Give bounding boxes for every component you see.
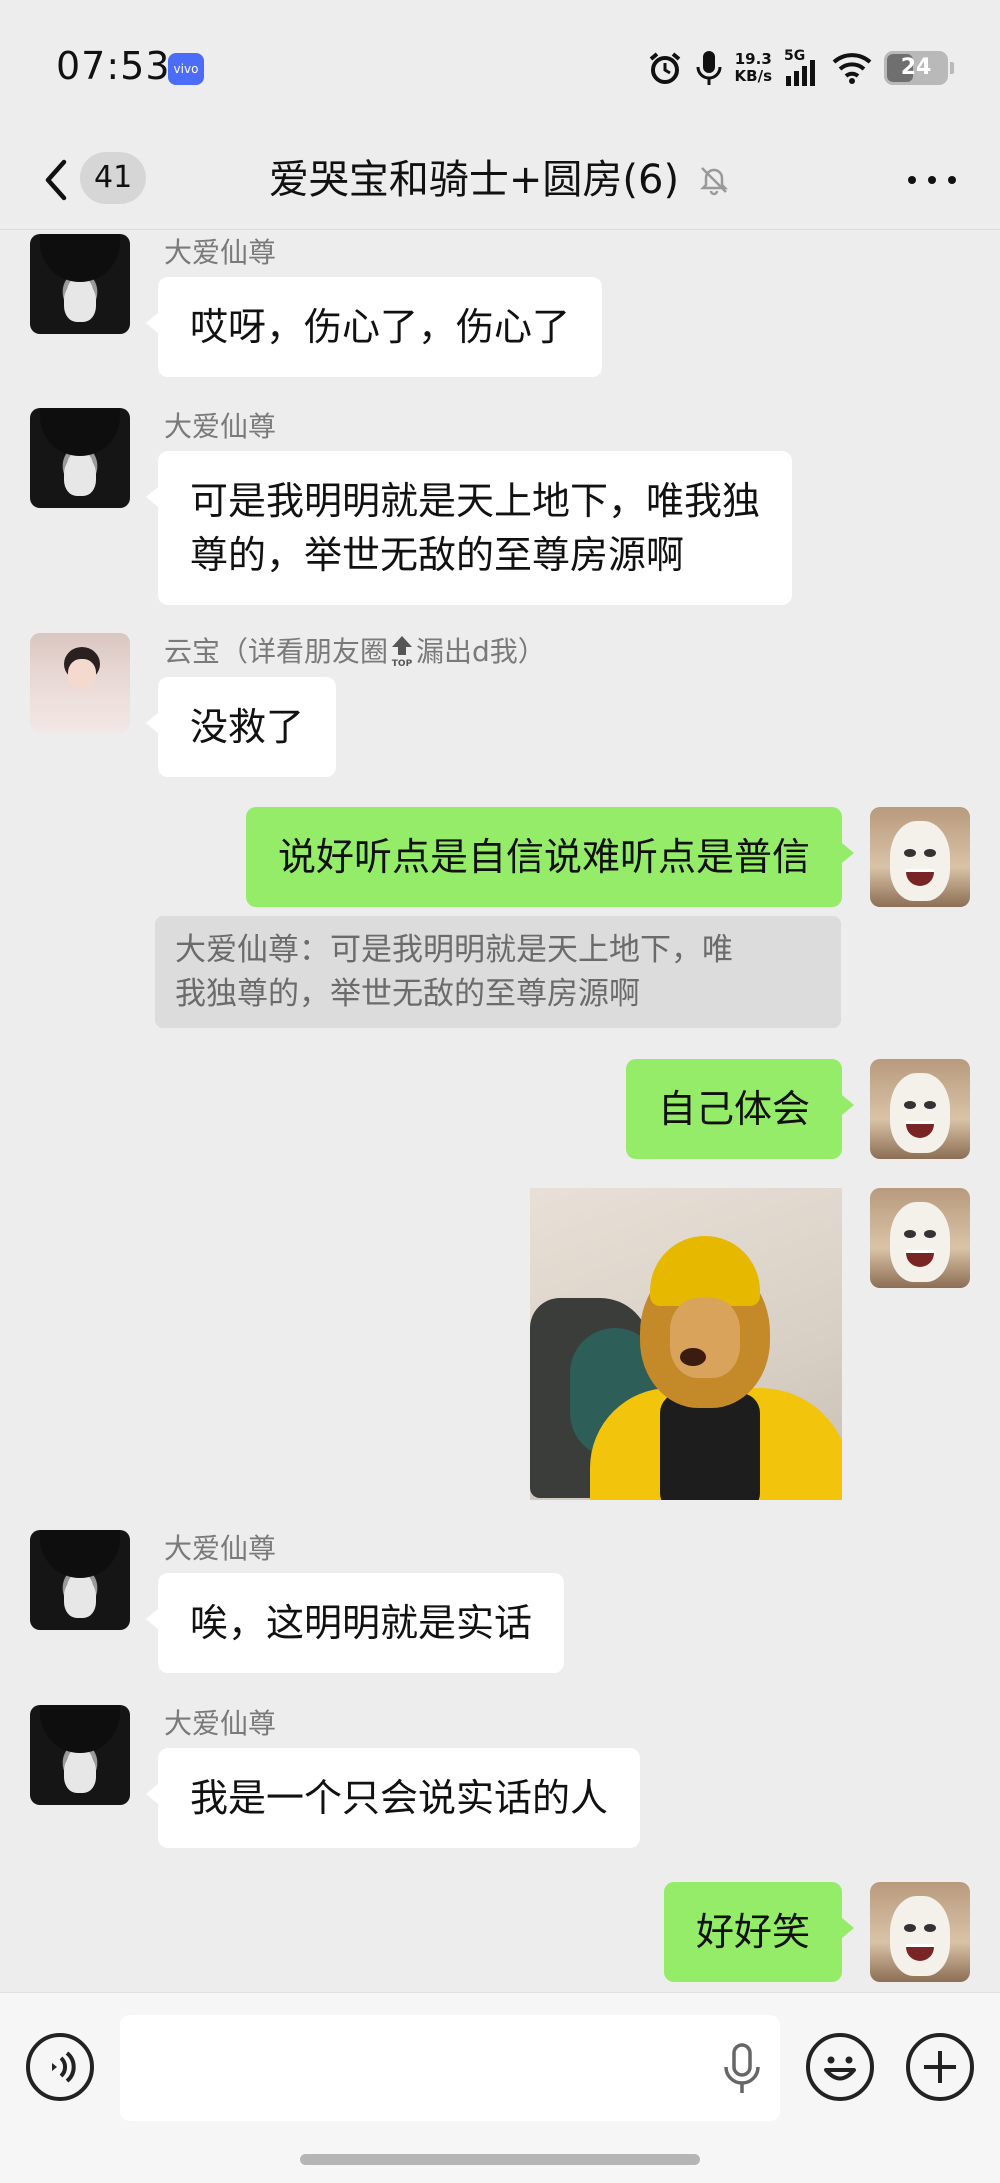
dark-hair-avatar[interactable] bbox=[30, 1530, 130, 1630]
wifi-icon bbox=[832, 53, 872, 84]
mute-bell-icon bbox=[700, 167, 729, 196]
svg-text:TOP: TOP bbox=[392, 659, 413, 669]
incoming-message-bubble[interactable]: 没救了 bbox=[145, 677, 337, 777]
message-sender: 云宝（详看朋友圈 TOP 漏出d我） bbox=[164, 635, 546, 669]
cat-avatar[interactable] bbox=[870, 807, 970, 907]
battery-icon: 24 bbox=[884, 51, 954, 85]
message-list[interactable]: 大爱仙尊 哎呀，伤心了，伤心了 大爱仙尊 可是我明明就是天上地下，唯我独 尊的，… bbox=[0, 231, 1000, 1991]
cat-avatar[interactable] bbox=[870, 1059, 970, 1159]
incoming-message-bubble[interactable]: 我是一个只会说实话的人 bbox=[145, 1748, 641, 1848]
microphone-status-icon bbox=[696, 51, 722, 85]
signal-5g-icon: 5G bbox=[784, 48, 820, 88]
chat-header: 41 爱哭宝和骑士+圆房(6) bbox=[0, 130, 1000, 230]
message-sender: 大爱仙尊 bbox=[164, 1707, 277, 1740]
dark-hair-avatar[interactable] bbox=[30, 408, 130, 508]
more-options-icon[interactable] bbox=[908, 160, 956, 200]
message-sender: 大爱仙尊 bbox=[164, 236, 277, 269]
message-sender: 大爱仙尊 bbox=[164, 1532, 277, 1565]
quoted-reply[interactable]: 大爱仙尊：可是我明明就是天上地下，唯 我独尊的，举世无敌的至尊房源啊 bbox=[155, 916, 841, 1028]
outgoing-message-bubble[interactable]: 自己体会 bbox=[625, 1059, 855, 1159]
plus-icon[interactable] bbox=[906, 2033, 974, 2101]
alarm-icon bbox=[649, 52, 680, 84]
message-input[interactable] bbox=[120, 2015, 780, 2121]
network-speed: 19.3 KB/s bbox=[734, 50, 772, 85]
outgoing-message-bubble[interactable]: 好好笑 bbox=[663, 1882, 855, 1982]
emoji-icon[interactable] bbox=[806, 2033, 874, 2101]
top-arrow-icon: TOP bbox=[392, 636, 413, 669]
chat-title: 爱哭宝和骑士+圆房(6) bbox=[268, 157, 680, 203]
girl-avatar[interactable] bbox=[30, 633, 130, 733]
outgoing-message-bubble[interactable]: 说好听点是自信说难听点是普信 bbox=[245, 807, 855, 907]
dark-hair-avatar[interactable] bbox=[30, 234, 130, 334]
cat-avatar[interactable] bbox=[870, 1882, 970, 1982]
status-bar: 07:53 vivo 19.3 KB/s 5G 24 bbox=[0, 0, 1000, 130]
vivo-brand-icon: vivo bbox=[168, 53, 204, 85]
incoming-message-bubble[interactable]: 唉，这明明就是实话 bbox=[145, 1573, 565, 1673]
dark-hair-avatar[interactable] bbox=[30, 1705, 130, 1805]
chat-title-wrap: 爱哭宝和骑士+圆房(6) bbox=[0, 152, 1000, 208]
microphone-icon[interactable] bbox=[720, 2043, 764, 2095]
message-sender: 大爱仙尊 bbox=[164, 410, 277, 443]
incoming-message-bubble[interactable]: 可是我明明就是天上地下，唯我独 尊的，举世无敌的至尊房源啊 bbox=[145, 451, 793, 605]
voice-mode-icon[interactable] bbox=[26, 2033, 94, 2101]
monkey-king-sticker[interactable] bbox=[530, 1188, 842, 1500]
incoming-message-bubble[interactable]: 哎呀，伤心了，伤心了 bbox=[145, 277, 603, 377]
cat-avatar[interactable] bbox=[870, 1188, 970, 1288]
home-indicator[interactable] bbox=[300, 2154, 700, 2165]
input-bar bbox=[0, 1992, 1000, 2183]
status-time: 07:53 bbox=[56, 44, 171, 88]
